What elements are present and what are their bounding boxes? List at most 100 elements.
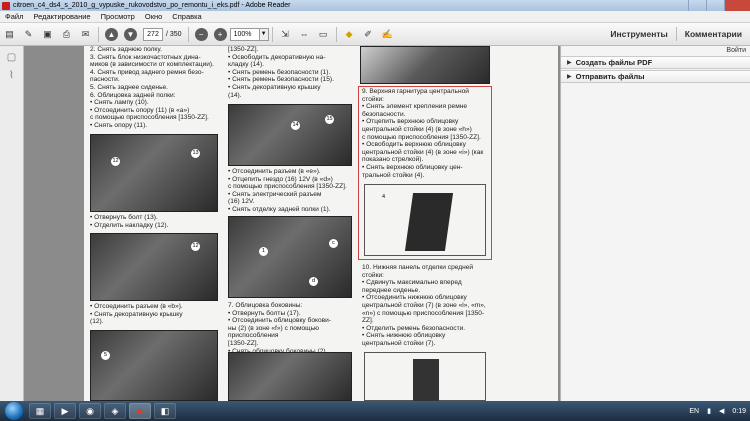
menu-window[interactable]: Окно [140, 12, 167, 21]
photo-callout: 1 [259, 247, 268, 256]
photo-side-trim: 5 [90, 330, 218, 401]
close-button[interactable] [724, 0, 750, 11]
text-line: показано стрелкой). [362, 156, 424, 164]
photo-side-panel [228, 352, 352, 401]
photo-callout: d [309, 277, 318, 286]
sign-icon[interactable]: ✍ [381, 28, 394, 41]
fit-page-icon[interactable]: ⇲ [279, 28, 292, 41]
zoom-out-icon[interactable]: − [194, 27, 208, 41]
highlight-icon[interactable]: ✐ [362, 28, 375, 41]
fit-width-icon[interactable]: ⇔ [298, 28, 311, 41]
comment-icon[interactable]: ◆ [343, 28, 356, 41]
create-pdf-panel[interactable]: ▶ Создать файлы PDF [561, 56, 750, 69]
previous-page-icon[interactable]: ▲ [105, 27, 118, 41]
text-line: «n») с помощью приспособления [1350- [362, 309, 485, 317]
text-line: • Отделить накладку (12). [90, 221, 169, 229]
taskbar-app2-icon[interactable]: ◧ [154, 403, 176, 419]
text-line: [1350-ZZ]. [228, 46, 259, 53]
diagram-pillar-cover: 4 [364, 184, 486, 256]
text-line: стойки: [362, 95, 384, 103]
photo-callout: 4 [379, 193, 388, 202]
text-line: (14). [228, 91, 242, 99]
text-line: • Снять опору (11). [90, 121, 148, 129]
zoom-in-icon[interactable]: + [213, 27, 227, 41]
adobe-reader-icon [2, 1, 10, 10]
text-line: • Освободить декоративную на- [228, 53, 326, 61]
photo-callout: 5 [101, 351, 110, 360]
clock[interactable]: 0:19 [732, 408, 746, 415]
text-line: • Снять нижнюю облицовку [362, 332, 446, 340]
taskbar-adobe-reader-icon[interactable]: ■ [129, 403, 151, 419]
pages-icon[interactable]: ▢ [6, 52, 18, 64]
menu-file[interactable]: Файл [0, 12, 28, 21]
text-line: 2. Снять заднюю полку. [90, 46, 162, 53]
photo-callout: 12 [191, 242, 200, 251]
toolbar-divider [271, 26, 273, 42]
photo-pillar-top [360, 46, 490, 84]
text-line: 5. Снять заднее сиденье. [90, 83, 169, 91]
chevron-down-icon[interactable]: ▼ [259, 27, 269, 41]
navigation-pane: ▢ ⌇ [0, 46, 24, 401]
start-button[interactable] [5, 402, 23, 420]
minimize-button[interactable] [688, 0, 706, 11]
expand-arrow-icon: ▶ [567, 74, 572, 80]
read-mode-icon[interactable]: ▭ [317, 28, 330, 41]
maximize-button[interactable] [706, 0, 724, 11]
photo-panel: 12 [90, 233, 218, 301]
right-column: 9. Верхняя гарнитура центральной стойки:… [362, 88, 490, 179]
text-line: (12). [90, 318, 104, 326]
toolbar-divider [187, 26, 189, 42]
tab-comments[interactable]: Комментарии [677, 23, 750, 45]
photo-rear-trim: 1 d c [228, 216, 352, 298]
taskbar-app-icon[interactable]: ◈ [104, 403, 126, 419]
text-line: • Снять декоративную крышку [90, 310, 183, 318]
menu-help[interactable]: Справка [167, 12, 206, 21]
email-icon[interactable]: ✉ [79, 28, 92, 41]
middle-column-2: • Отсоединить разъем (в «e»). • Отцепить… [228, 168, 356, 214]
toolbar-divider [335, 26, 337, 42]
text-line: с помощью приспособления [1350-ZZ]. [90, 114, 209, 122]
text-line: • Снять электрический разъем [228, 190, 322, 198]
system-tray: EN ▮ ◀ 0:19 [681, 401, 746, 421]
volume-icon[interactable]: ◀ [719, 407, 724, 415]
text-line: 7. Облицовка боковины: [228, 302, 303, 309]
photo-callout: 13 [191, 149, 200, 158]
middle-column: [1350-ZZ]. • Освободить декоративную на-… [228, 46, 356, 99]
text-line: [1350-ZZ]. [228, 339, 259, 347]
send-files-panel[interactable]: ▶ Отправить файлы [561, 70, 750, 83]
tab-tools[interactable]: Инструменты [602, 23, 675, 45]
taskbar-explorer-icon[interactable]: ▦ [29, 403, 51, 419]
save-icon[interactable]: ▣ [41, 28, 54, 41]
photo-callout: 12 [111, 157, 120, 166]
menu-edit[interactable]: Редактирование [28, 12, 95, 21]
text-line: • Отцепить верхнюю облицовку [362, 118, 459, 126]
text-line: • Снять отделку задней полки (1). [228, 205, 331, 213]
text-line: • Отсоединить облицовку бокови- [228, 317, 332, 325]
toolbar: ▤ ✎ ▣ ⎙ ✉ ▲ ▼ 272 / 350 − + 100% ▼ ⇲ ⇔ ▭… [0, 23, 750, 46]
title-bar: citroen_c4_ds4_s_2010_g_vypuske_rukovods… [0, 0, 750, 11]
open-icon[interactable]: ▤ [3, 28, 16, 41]
text-line: • Снять ремень безопасности (15). [228, 76, 334, 84]
text-line: • Снять лампу (10). [90, 99, 149, 107]
text-line: • Отвернуть болт (13). [90, 214, 158, 221]
attachment-icon[interactable]: ⌇ [6, 70, 18, 82]
language-indicator[interactable]: EN [689, 408, 699, 415]
text-line: • Сдвинуть максимально вперед [362, 279, 462, 287]
zoom-select[interactable]: 100% [229, 27, 260, 41]
taskbar-browser-icon[interactable]: ◉ [79, 403, 101, 419]
next-page-icon[interactable]: ▼ [124, 27, 137, 41]
right-pane: Войти ▶ Создать файлы PDF ▶ Отправить фа… [560, 46, 750, 401]
expand-arrow-icon: ▶ [567, 60, 572, 66]
left-column: 2. Снять заднюю полку. 3. Снять блок низ… [90, 46, 225, 130]
taskbar-media-icon[interactable]: ▶ [54, 403, 76, 419]
text-line: кладку (14). [228, 61, 264, 69]
print-icon[interactable]: ⎙ [60, 28, 73, 41]
sign-in-link[interactable]: Войти [561, 46, 750, 56]
window-title: citroen_c4_ds4_s_2010_g_vypuske_rukovods… [13, 2, 291, 9]
create-icon[interactable]: ✎ [22, 28, 35, 41]
document-area[interactable]: 2. Снять заднюю полку. 3. Снять блок низ… [24, 46, 560, 401]
taskbar: ▦ ▶ ◉ ◈ ■ ◧ EN ▮ ◀ 0:19 [0, 401, 750, 421]
network-icon[interactable]: ▮ [707, 407, 711, 415]
menu-view[interactable]: Просмотр [96, 12, 140, 21]
page-number-input[interactable]: 272 [143, 27, 163, 41]
